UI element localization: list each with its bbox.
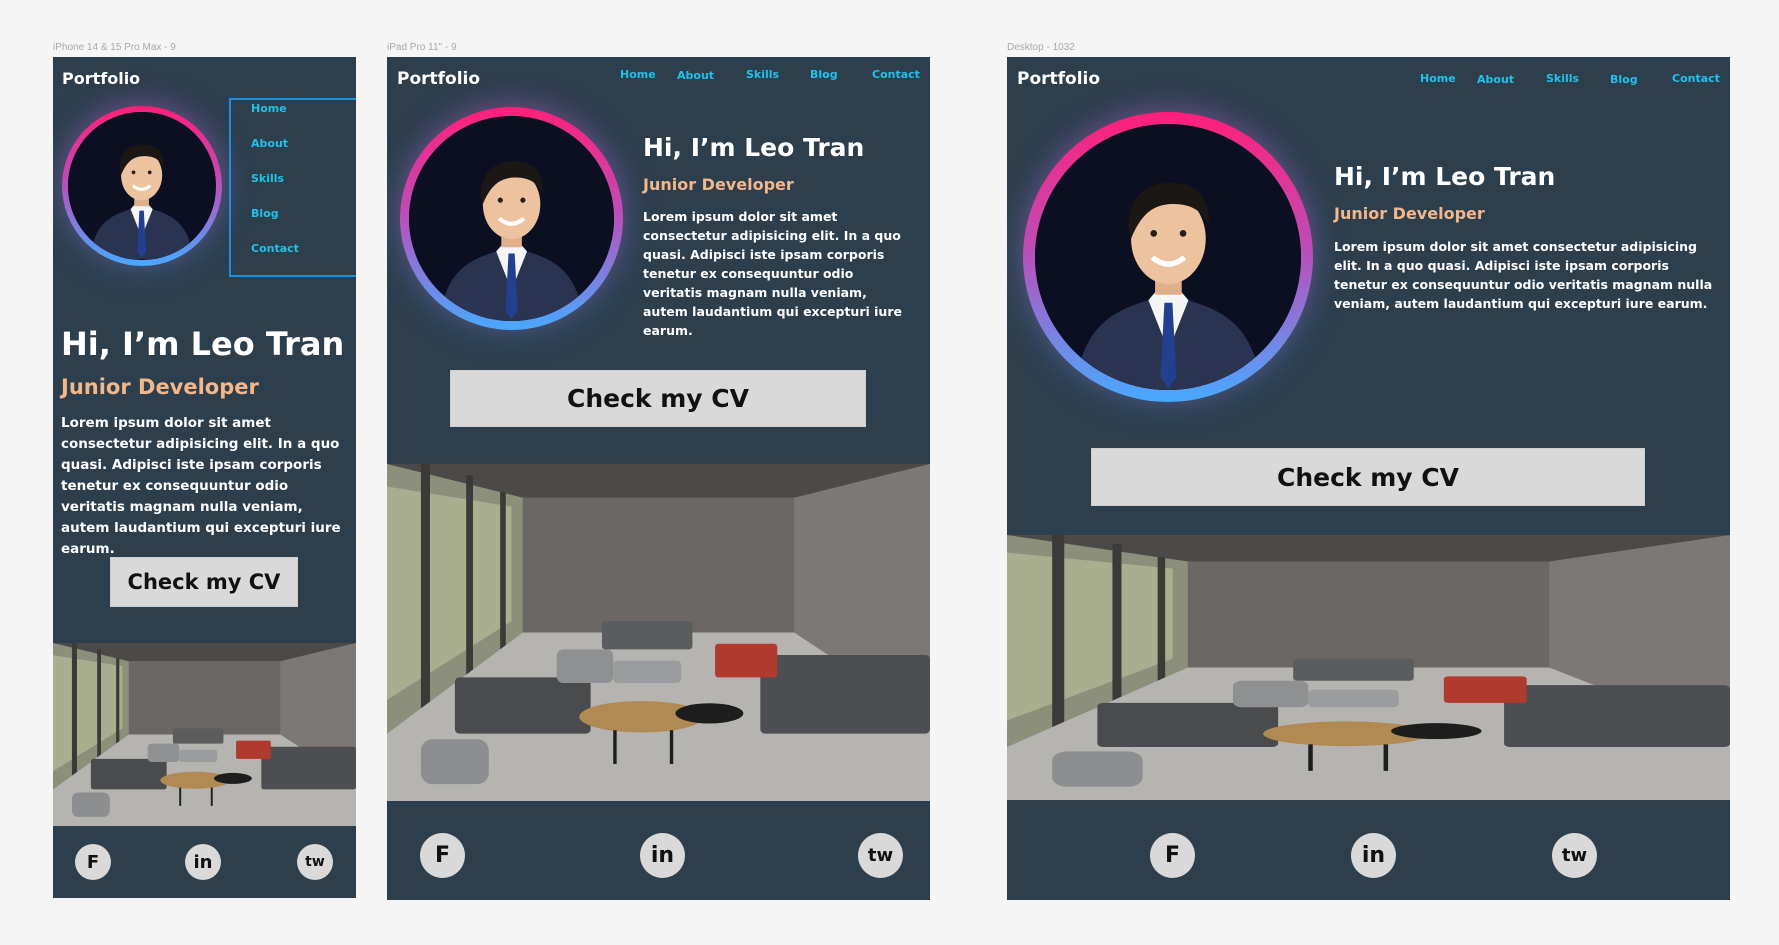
nav-skills[interactable]: Skills xyxy=(746,68,779,81)
frame-label-desktop: Desktop - 1032 xyxy=(1007,42,1075,53)
nav-contact[interactable]: Contact xyxy=(872,68,920,81)
nav-about[interactable]: About xyxy=(677,69,714,82)
bio-text: Lorem ipsum dolor sit amet consectetur a… xyxy=(1334,239,1713,311)
profile-photo xyxy=(1034,123,1302,391)
role-title: Junior Developer xyxy=(643,175,794,194)
profile-photo-ring xyxy=(1023,112,1313,402)
bio-text: Lorem ipsum dolor sit amet consectetur a… xyxy=(61,415,341,557)
nav-blog[interactable]: Blog xyxy=(251,207,279,220)
lounge-interior-photo xyxy=(1007,535,1730,800)
lounge-interior-photo xyxy=(387,464,930,801)
logo[interactable]: Portfolio xyxy=(397,69,480,89)
role-title: Junior Developer xyxy=(1334,204,1485,223)
profile-photo-ring xyxy=(62,106,222,266)
greeting-heading: Hi, I’m Leo Tran xyxy=(61,325,345,363)
greeting-heading: Hi, I’m Leo Tran xyxy=(1334,162,1556,191)
nav-home[interactable]: Home xyxy=(620,68,656,81)
nav-contact[interactable]: Contact xyxy=(1672,72,1720,85)
nav-home[interactable]: Home xyxy=(1420,72,1456,85)
bio-text: Lorem ipsum dolor sit amet consectetur a… xyxy=(643,209,902,338)
role-title: Junior Developer xyxy=(61,375,259,399)
nav-contact[interactable]: Contact xyxy=(251,242,299,255)
nav-about[interactable]: About xyxy=(251,137,288,150)
twitter-icon[interactable]: tw xyxy=(858,833,903,878)
profile-photo xyxy=(68,112,216,260)
profile-photo-ring xyxy=(400,107,623,330)
linkedin-icon[interactable]: in xyxy=(640,833,685,878)
check-cv-button[interactable]: Check my CV xyxy=(450,370,866,427)
nav-blog[interactable]: Blog xyxy=(1610,73,1638,86)
mobile-nav-menu: Home About Skills Blog Contact xyxy=(229,98,356,277)
check-cv-button[interactable]: Check my CV xyxy=(1091,448,1645,506)
logo[interactable]: Portfolio xyxy=(1017,69,1100,89)
linkedin-icon[interactable]: in xyxy=(1351,833,1396,878)
mobile-frame: Portfolio Home About Skills Blog Contact… xyxy=(53,57,356,898)
facebook-icon[interactable]: F xyxy=(420,833,465,878)
linkedin-icon[interactable]: in xyxy=(185,844,221,880)
frame-label-mobile: iPhone 14 & 15 Pro Max - 9 xyxy=(53,42,176,53)
nav-home[interactable]: Home xyxy=(251,102,287,115)
nav-skills[interactable]: Skills xyxy=(251,172,284,185)
check-cv-button[interactable]: Check my CV xyxy=(110,557,298,607)
nav-skills[interactable]: Skills xyxy=(1546,72,1579,85)
facebook-icon[interactable]: F xyxy=(75,844,111,880)
nav-about[interactable]: About xyxy=(1477,73,1514,86)
facebook-icon[interactable]: F xyxy=(1150,833,1195,878)
twitter-icon[interactable]: tw xyxy=(297,844,333,880)
profile-photo xyxy=(408,115,615,322)
frame-label-tablet: iPad Pro 11" - 9 xyxy=(387,42,457,53)
twitter-icon[interactable]: tw xyxy=(1552,833,1597,878)
tablet-frame: Portfolio Home About Skills Blog Contact… xyxy=(387,57,930,900)
logo[interactable]: Portfolio xyxy=(62,69,140,88)
nav-blog[interactable]: Blog xyxy=(810,68,838,81)
lounge-interior-photo xyxy=(53,643,356,826)
greeting-heading: Hi, I’m Leo Tran xyxy=(643,133,865,162)
desktop-frame: Portfolio Home About Skills Blog Contact… xyxy=(1007,57,1730,900)
